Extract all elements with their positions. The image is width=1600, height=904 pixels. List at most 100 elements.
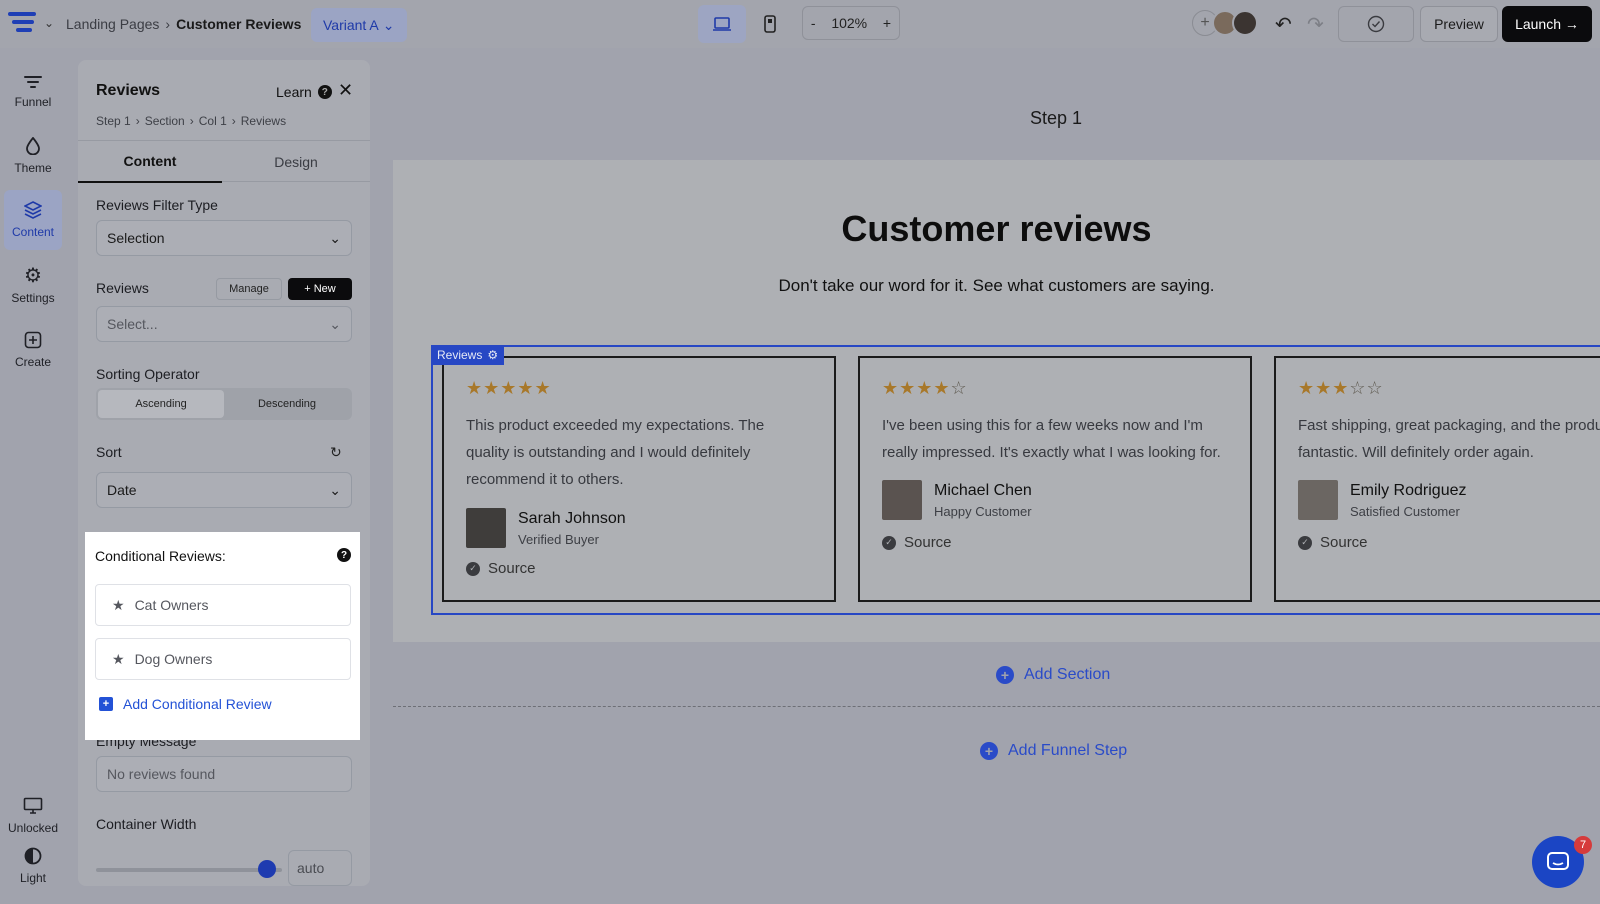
nav-create[interactable]: Create [4,320,62,380]
conditional-reviews-box: Conditional Reviews: ? ★ Cat Owners ★ Do… [85,532,360,740]
funnel-icon [24,76,42,88]
add-funnel-step-button[interactable]: + Add Funnel Step [980,742,1127,760]
container-width-slider[interactable] [96,868,282,872]
nav-label: Funnel [14,95,52,109]
review-card[interactable]: ★★★☆☆ Fast shipping, great packaging, an… [1274,356,1600,602]
crumb[interactable]: Section [145,114,185,128]
close-icon[interactable]: ✕ [338,80,353,101]
zoom-in-button[interactable]: + [883,15,891,31]
sort-select[interactable]: Date ⌄ [96,472,352,508]
logo-icon[interactable] [8,10,38,43]
plus-square-icon [24,331,42,349]
layers-icon [24,201,42,219]
desktop-view-button[interactable] [698,5,746,43]
star-icon: ★ [112,650,125,667]
breadcrumb-landing-pages[interactable]: Landing Pages [66,16,159,32]
nav-settings[interactable]: ⚙ Settings [4,256,62,316]
reviews-label: Reviews [96,280,149,296]
filter-type-select[interactable]: Selection ⌄ [96,220,352,256]
redo-icon[interactable]: ↷ [1307,12,1324,37]
reviews-placeholder: Select... [107,316,158,332]
variant-dropdown[interactable]: Variant A ⌄ [311,8,407,42]
nav-label: Content [11,225,55,239]
reviews-select[interactable]: Select... ⌄ [96,306,352,342]
sort-ascending-option[interactable]: Ascending [98,390,224,418]
gear-icon: ⚙ [24,265,42,287]
collaborators: + [1192,10,1258,36]
manage-button[interactable]: Manage [216,278,282,300]
container-width-label: Container Width [96,816,197,832]
reviewer: Michael Chen Happy Customer [882,480,1032,520]
nav-label: Settings [11,291,55,305]
reviews-settings-panel: Reviews Learn ? ✕ Step 1 › Section › Col 1… [78,60,370,886]
left-nav: Funnel Theme Content ⚙ Settings Create U… [0,48,66,904]
reviews-element-tag[interactable]: Reviews ⚙ [431,345,505,365]
launch-button[interactable]: Launch → [1502,6,1592,42]
sort-descending-option[interactable]: Descending [224,390,350,418]
container-width-value: auto [297,860,325,876]
tab-content[interactable]: Content [78,141,222,183]
container-width-input[interactable]: auto [288,850,352,886]
learn-label: Learn [276,84,312,100]
help-icon: ? [317,85,332,99]
review-source: ✓ Source [882,534,952,551]
top-bar: ⌄ Landing Pages › Customer Reviews Varia… [0,0,1600,48]
conditional-item-dog-owners[interactable]: ★ Dog Owners [95,638,351,680]
check-button[interactable] [1338,6,1414,42]
mobile-view-button[interactable] [746,5,794,43]
gear-icon: ⚙ [487,348,499,362]
reviewer-role: Happy Customer [934,503,1032,519]
chevron-down-icon: ⌄ [329,481,341,498]
crumb[interactable]: Step 1 [96,114,131,128]
avatar [466,508,506,548]
rating-stars: ★★★★★ [466,378,552,398]
add-conditional-review-button[interactable]: + Add Conditional Review [99,696,272,712]
check-circle-icon: ✓ [882,535,896,550]
crumb[interactable]: Col 1 [199,114,227,128]
conditional-item-cat-owners[interactable]: ★ Cat Owners [95,584,351,626]
reviewer-name: Sarah Johnson [518,509,626,527]
zoom-out-button[interactable]: - [811,15,816,31]
filter-type-label: Reviews Filter Type [96,197,218,213]
undo-icon[interactable]: ↶ [1275,12,1292,37]
chevron-down-icon[interactable]: ⌄ [44,16,54,30]
chevron-right-icon: › [189,114,194,128]
empty-message-input[interactable]: No reviews found [96,756,352,792]
review-text: This product exceeded my expectations. T… [466,417,765,488]
plus-circle-icon: + [996,666,1014,684]
rating-stars: ★★★☆☆ [1298,378,1384,398]
reset-icon[interactable]: ↻ [330,444,342,461]
reviews-tag-label: Reviews [437,348,483,362]
review-card[interactable]: ★★★★☆ I've been using this for a few wee… [858,356,1252,602]
preview-button[interactable]: Preview [1420,6,1498,42]
nav-theme[interactable]: Theme [4,126,62,186]
avatar[interactable] [1232,10,1258,36]
nav-light[interactable]: Light [4,836,62,896]
sort-label: Sort [96,444,122,460]
crumb: Reviews [240,114,287,128]
review-text: I've been using this for a few weeks now… [882,417,1221,461]
tab-design[interactable]: Design [224,141,368,183]
panel-title: Reviews [96,82,161,99]
nav-label: Theme [14,161,52,175]
review-card[interactable]: ★★★★★ This product exceeded my expectati… [442,356,836,602]
chevron-down-icon: ⌄ [382,16,395,33]
sort-value: Date [107,482,137,498]
conditional-item-label: Dog Owners [134,651,213,667]
new-review-button[interactable]: + New [288,278,352,300]
slider-handle[interactable] [258,860,276,878]
chevron-right-icon: › [165,16,171,32]
step-title: Step 1 [1030,108,1083,128]
plus-square-icon: + [99,697,113,711]
chevron-down-icon: ⌄ [329,315,341,332]
nav-funnel[interactable]: Funnel [4,62,62,122]
chevron-right-icon: › [135,114,140,128]
nav-content[interactable]: Content [4,190,62,250]
help-icon[interactable]: ? [337,548,351,562]
sorting-operator-label: Sorting Operator [96,366,200,382]
nav-label: Unlocked [7,821,59,835]
add-section-button[interactable]: + Add Section [996,666,1110,684]
laptop-icon [713,17,731,31]
breadcrumb: Landing Pages › Customer Reviews [66,16,301,32]
learn-link[interactable]: Learn ? [276,84,332,100]
